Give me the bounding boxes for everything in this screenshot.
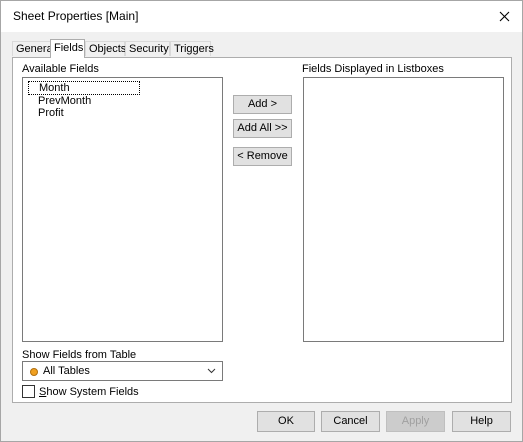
ok-button-label: OK	[278, 415, 294, 427]
remove-button[interactable]: < Remove	[233, 147, 292, 166]
list-item-label: Profit	[38, 107, 64, 119]
list-item-label: PrevMonth	[38, 95, 92, 107]
tab-objects-label: Objects	[89, 43, 127, 55]
show-fields-from-table-label: Show Fields from Table	[22, 349, 137, 361]
tab-fields-label: Fields	[54, 42, 84, 54]
available-fields-list[interactable]: Month PrevMonth Profit	[22, 77, 223, 342]
help-button[interactable]: Help	[452, 411, 511, 432]
displayed-fields-label: Fields Displayed in Listboxes	[302, 63, 444, 75]
close-icon	[499, 11, 509, 21]
window-title: Sheet Properties [Main]	[13, 9, 139, 23]
tab-security[interactable]: Security	[125, 41, 170, 56]
dialog-client-area: General Fields Objects Security Triggers…	[1, 32, 522, 441]
tab-general[interactable]: General	[12, 41, 55, 56]
tab-triggers[interactable]: Triggers	[170, 41, 214, 56]
cancel-button-label: Cancel	[333, 415, 368, 427]
tab-fields[interactable]: Fields	[50, 39, 85, 58]
add-button[interactable]: Add >	[233, 95, 292, 114]
table-icon	[30, 368, 38, 376]
table-select-value: All Tables	[43, 365, 90, 377]
fields-tab-panel: Available Fields Month PrevMonth Profit …	[12, 57, 512, 403]
tab-security-label: Security	[129, 43, 169, 55]
list-item-label: Month	[39, 82, 70, 94]
chevron-down-icon	[207, 368, 216, 374]
add-all-button[interactable]: Add All >>	[233, 119, 292, 138]
apply-button: Apply	[386, 411, 445, 432]
remove-button-label: < Remove	[237, 150, 288, 162]
list-item[interactable]: Month	[28, 81, 140, 95]
add-button-label: Add >	[247, 98, 278, 110]
list-item[interactable]: PrevMonth	[38, 95, 91, 107]
displayed-fields-list[interactable]	[303, 77, 504, 342]
help-button-label: Help	[470, 415, 493, 427]
sheet-properties-dialog: Sheet Properties [Main] General Fields O…	[0, 0, 523, 442]
ok-button[interactable]: OK	[257, 411, 315, 432]
list-item[interactable]: Profit	[38, 107, 64, 119]
tab-objects[interactable]: Objects	[85, 41, 127, 56]
show-system-fields-label[interactable]: Show System Fields	[39, 386, 139, 398]
available-fields-label: Available Fields	[22, 63, 99, 75]
tab-triggers-label: Triggers	[174, 43, 214, 55]
title-bar[interactable]: Sheet Properties [Main]	[1, 1, 522, 31]
add-all-button-label: Add All >>	[237, 122, 288, 134]
show-system-fields-label-rest: how System Fields	[46, 386, 139, 398]
show-system-fields-checkbox[interactable]	[22, 385, 35, 398]
close-button[interactable]	[492, 4, 516, 28]
apply-button-label: Apply	[401, 415, 430, 427]
table-select[interactable]: All Tables	[22, 361, 223, 381]
cancel-button[interactable]: Cancel	[321, 411, 380, 432]
